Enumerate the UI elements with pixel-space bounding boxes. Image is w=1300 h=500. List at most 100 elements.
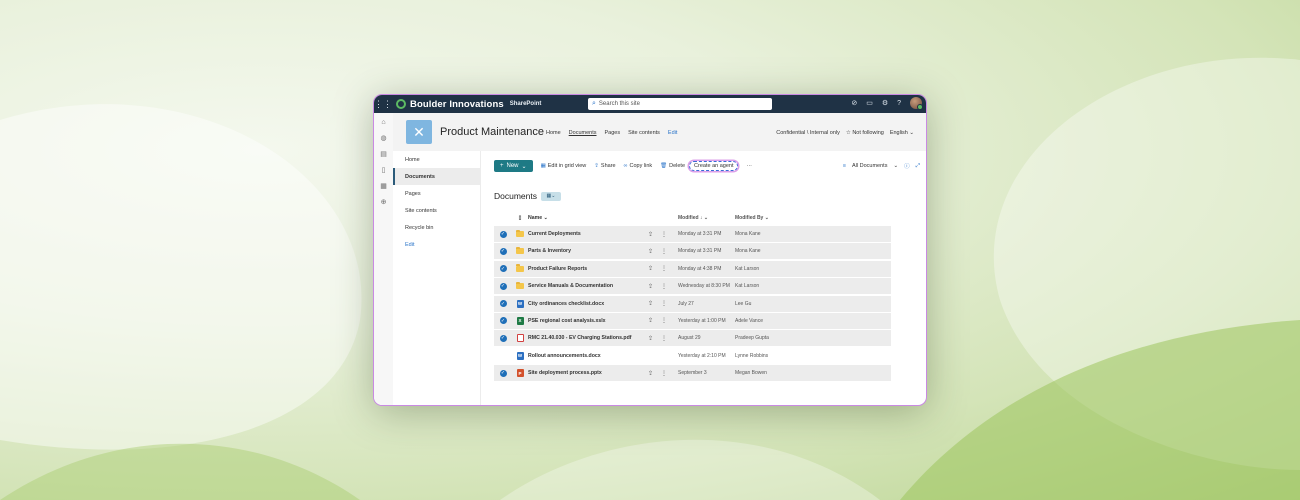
leftnav-home[interactable]: Home	[393, 151, 480, 168]
row-share-icon[interactable]: ⇪	[648, 248, 653, 255]
row-share-icon[interactable]: ⇪	[648, 231, 653, 238]
table-row[interactable]: ✓ X PSE regional cost analysis.xslx ⇪ ⋮ Yeste…	[494, 312, 891, 329]
site-title[interactable]: Product Maintenance	[440, 126, 544, 138]
file-name[interactable]: Product Failure Reports	[528, 266, 648, 272]
file-name[interactable]: PSE regional cost analysis.xslx	[528, 318, 648, 324]
site-nav-edit[interactable]: Edit	[668, 130, 677, 136]
app-launcher-icon[interactable]: ⋮⋮	[374, 95, 392, 113]
table-row[interactable]: ✓ Current Deployments ⇪ ⋮ Monday at 3:31 PM M…	[494, 226, 891, 242]
home-icon[interactable]: ⌂	[374, 115, 393, 129]
row-checkbox-checked-icon[interactable]: ✓	[499, 230, 507, 238]
search-box[interactable]: ⌕ Search this site	[588, 98, 772, 110]
table-row[interactable]: ✓ P Site deployment process.pptx ⇪ ⋮ Septembe…	[494, 365, 891, 382]
chat-icon[interactable]: ▭	[866, 99, 873, 107]
files-icon[interactable]: ▯	[374, 163, 393, 177]
table-row[interactable]: ✓ Service Manuals & Documentation ⇪ ⋮ Wednes…	[494, 278, 891, 295]
file-name[interactable]: Service Manuals & Documentation	[528, 283, 648, 289]
view-selector[interactable]: All Documents	[852, 163, 887, 169]
row-share-icon[interactable]: ⇪	[648, 283, 653, 290]
app-name[interactable]: SharePoint	[510, 101, 542, 107]
table-row[interactable]: W Rollout announcements.docx Yesterday at …	[494, 347, 891, 364]
table-row[interactable]: ✓ Product Failure Reports ⇪ ⋮ Monday at 4:38…	[494, 260, 891, 277]
delete-button[interactable]: 🗑 Delete	[660, 163, 685, 169]
row-share-icon[interactable]: ⇪	[648, 300, 653, 307]
modified-by[interactable]: Kat Larson	[735, 266, 805, 272]
help-icon[interactable]: ?	[897, 100, 901, 107]
share-button[interactable]: ⇪ Share	[594, 163, 615, 169]
row-checkbox-checked-icon[interactable]: ✓	[499, 265, 507, 273]
file-name[interactable]: Site deployment process.pptx	[528, 370, 648, 376]
modified-by[interactable]: Lee Gu	[735, 301, 805, 307]
row-share-icon[interactable]: ⇪	[648, 317, 653, 324]
new-button[interactable]: + New ⌄	[494, 160, 533, 172]
language-button[interactable]: English ⌄	[890, 130, 914, 136]
settings-gear-icon[interactable]: ⚙	[882, 99, 888, 107]
row-checkbox-checked-icon[interactable]: ✓	[499, 300, 507, 308]
row-more-icon[interactable]: ⋮	[661, 335, 667, 342]
column-name[interactable]: Name ⌄	[528, 215, 648, 221]
library-view-icon[interactable]: ▦⌄	[541, 191, 561, 201]
file-name[interactable]: Rollout announcements.docx	[528, 353, 648, 359]
row-more-icon[interactable]: ⋮	[661, 265, 667, 272]
chevron-down-icon[interactable]: ⌄	[893, 163, 898, 169]
leftnav-documents[interactable]: Documents	[393, 168, 480, 185]
table-row[interactable]: ✓ Parts & Inventory ⇪ ⋮ Monday at 3:31 PM Mon…	[494, 243, 891, 260]
leftnav-site-contents[interactable]: Site contents	[393, 202, 480, 219]
filter-icon[interactable]: ≡	[843, 163, 846, 169]
file-name[interactable]: RMC 21.40.030 - EV Charging Stations.pdf	[528, 335, 648, 341]
modified-by[interactable]: Kat Larson	[735, 283, 805, 289]
row-share-icon[interactable]: ⇪	[648, 265, 653, 272]
site-nav-documents[interactable]: Documents	[569, 130, 597, 136]
site-nav-pages[interactable]: Pages	[605, 130, 621, 136]
modified-by[interactable]: Adele Vance	[735, 318, 805, 324]
copilot-icon[interactable]: ⊘	[851, 99, 857, 107]
leftnav-recycle-bin[interactable]: Recycle bin	[393, 219, 480, 236]
site-nav-home[interactable]: Home	[546, 130, 561, 136]
table-row[interactable]: ✓ W City ordinances checklist.docx ⇪ ⋮ July 2…	[494, 295, 891, 312]
row-checkbox-checked-icon[interactable]: ✓	[499, 369, 507, 377]
expand-icon[interactable]: ⤢	[916, 163, 920, 170]
modified-by[interactable]: Mona Kane	[735, 231, 805, 237]
file-name[interactable]: City ordinances checklist.docx	[528, 301, 648, 307]
modified-by[interactable]: Megan Bowen	[735, 370, 805, 376]
row-checkbox-checked-icon[interactable]: ✓	[499, 334, 507, 342]
copy-link-label: Copy link	[629, 163, 653, 169]
column-modified-by[interactable]: Modified By ⌄	[735, 215, 805, 221]
lists-icon[interactable]: ▦	[374, 179, 393, 193]
row-more-icon[interactable]: ⋮	[661, 231, 667, 238]
avatar[interactable]	[910, 97, 923, 110]
leftnav-edit[interactable]: Edit	[393, 236, 480, 253]
row-checkbox-checked-icon[interactable]: ✓	[499, 317, 507, 325]
file-name[interactable]: Current Deployments	[528, 231, 648, 237]
row-checkbox-checked-icon[interactable]: ✓	[499, 247, 507, 255]
row-more-icon[interactable]: ⋮	[661, 283, 667, 290]
row-share-icon[interactable]: ⇪	[648, 370, 653, 377]
file-type-header-icon[interactable]: ▯	[512, 215, 528, 221]
copy-link-button[interactable]: ∞ Copy link	[624, 163, 653, 169]
row-share-icon[interactable]: ⇪	[648, 335, 653, 342]
row-checkbox-checked-icon[interactable]: ✓	[499, 282, 507, 290]
row-more-icon[interactable]: ⋮	[661, 300, 667, 307]
globe-icon[interactable]: ◍	[374, 131, 393, 145]
table-row[interactable]: ✓ RMC 21.40.030 - EV Charging Stations.pd…	[494, 330, 891, 347]
row-more-icon[interactable]: ⋮	[661, 370, 667, 377]
create-icon[interactable]: ⊕	[374, 195, 393, 209]
edit-grid-button[interactable]: ▦ Edit in grid view	[541, 163, 587, 169]
follow-button[interactable]: ☆ Not following	[846, 130, 884, 136]
row-more-icon[interactable]: ⋮	[661, 248, 667, 255]
modified-by[interactable]: Pradeep Gupta	[735, 335, 805, 341]
site-nav-site-contents[interactable]: Site contents	[628, 130, 660, 136]
more-button[interactable]: ···	[746, 163, 752, 169]
create-agent-button[interactable]: Create an agent	[689, 161, 739, 171]
brand-name[interactable]: Boulder Innovations	[410, 99, 504, 110]
pptx-file-icon: P	[516, 369, 524, 378]
info-icon[interactable]: ⓘ	[904, 162, 910, 170]
modified-by[interactable]: Mona Kane	[735, 248, 805, 254]
modified-by[interactable]: Lynne Robbins	[735, 353, 805, 359]
column-modified[interactable]: Modified ↓ ⌄	[678, 215, 735, 221]
row-more-icon[interactable]: ⋮	[661, 317, 667, 324]
file-name[interactable]: Parts & Inventory	[528, 248, 648, 254]
sensitivity-label[interactable]: Confidential \ Internal only	[776, 130, 840, 136]
news-icon[interactable]: ▤	[374, 147, 393, 161]
leftnav-pages[interactable]: Pages	[393, 185, 480, 202]
